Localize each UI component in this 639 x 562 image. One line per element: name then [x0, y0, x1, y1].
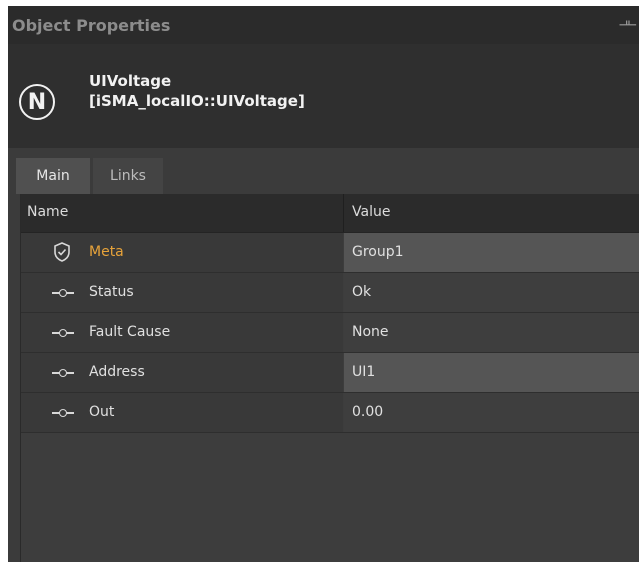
property-label: Address [89, 364, 145, 380]
column-header-value[interactable]: Value [352, 204, 390, 220]
property-value: 0.00 [352, 404, 384, 420]
shield-icon [53, 242, 75, 262]
pin-icon[interactable]: ╡ [619, 21, 635, 29]
panel-titlebar: Object Properties ╡ [8, 6, 639, 44]
object-type: [iSMA_localIO::UIVoltage] [89, 92, 305, 110]
property-label: Meta [89, 244, 124, 260]
property-grid: Name Value Meta Group1 Status Ok Fault C… [20, 194, 639, 562]
table-row[interactable]: Status Ok [21, 273, 639, 313]
slot-icon [52, 329, 74, 337]
object-type-icon: N [19, 84, 55, 120]
panel-title: Object Properties [12, 15, 171, 35]
tab-links[interactable]: Links [93, 158, 163, 194]
property-value: None [352, 324, 389, 340]
column-divider[interactable] [343, 194, 344, 232]
property-label: Status [89, 284, 134, 300]
property-label: Fault Cause [89, 324, 171, 340]
slot-icon [52, 409, 74, 417]
object-properties-panel: Object Properties ╡ N UIVoltage [iSMA_lo… [8, 6, 639, 562]
grid-header: Name Value [21, 194, 639, 233]
table-row[interactable]: Address UI1 [21, 353, 639, 393]
table-row[interactable]: Out 0.00 [21, 393, 639, 433]
column-header-name[interactable]: Name [27, 204, 68, 220]
property-value: Ok [352, 284, 372, 300]
table-row[interactable]: Meta Group1 [21, 233, 639, 273]
table-row[interactable]: Fault Cause None [21, 313, 639, 353]
property-value[interactable]: UI1 [352, 364, 375, 380]
slot-icon [52, 289, 74, 297]
property-value[interactable]: Group1 [352, 244, 404, 260]
tab-bar: Main Links [8, 148, 639, 194]
object-name: UIVoltage [89, 72, 172, 90]
property-label: Out [89, 404, 115, 420]
tab-main[interactable]: Main [16, 158, 90, 194]
slot-icon [52, 369, 74, 377]
object-header: N UIVoltage [iSMA_localIO::UIVoltage] [8, 44, 639, 148]
